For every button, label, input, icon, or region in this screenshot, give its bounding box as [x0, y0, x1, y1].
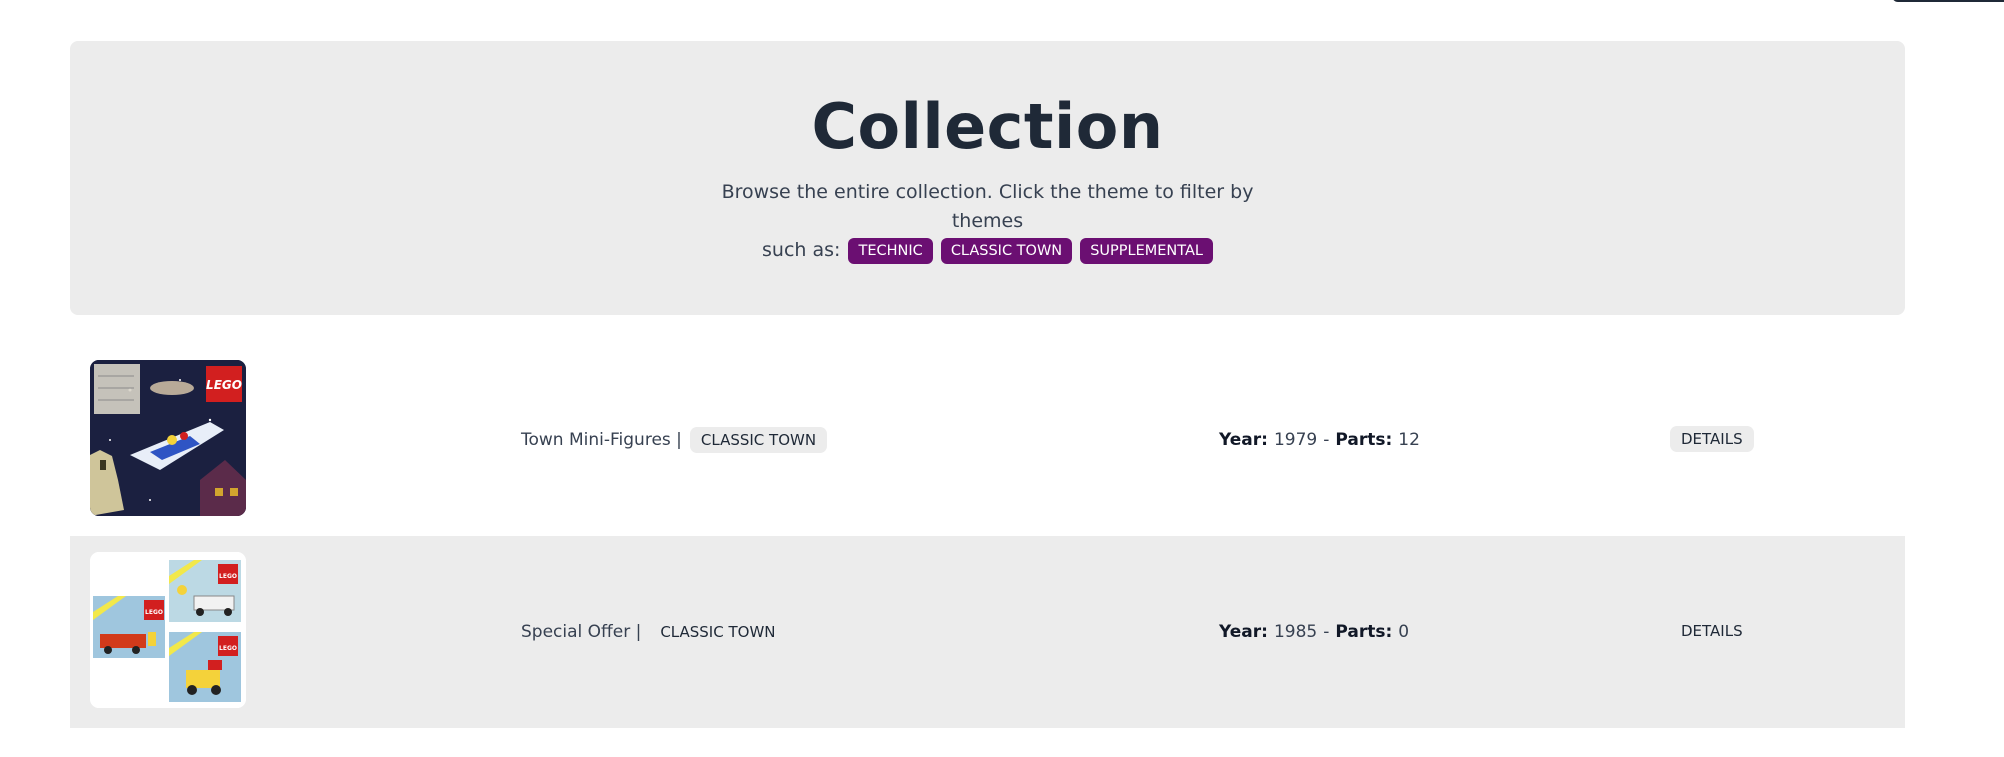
set-row: LEGO Town Mini-Figures | CLASSIC TOWN Ye…	[70, 344, 1905, 536]
details-button[interactable]: DETAILS	[1670, 426, 1754, 452]
theme-filter-technic[interactable]: TECHNIC	[848, 238, 933, 265]
year-label: Year:	[1219, 622, 1268, 642]
meta-separator: -	[1323, 430, 1330, 450]
parts-label: Parts:	[1335, 430, 1393, 450]
theme-filter-classic-town[interactable]: CLASSIC TOWN	[940, 238, 1073, 265]
set-row: LEGO LEGO LEGO Special Offer | CLASSIC T…	[70, 536, 1905, 728]
meta-separator: -	[1323, 622, 1330, 642]
set-name: Special Offer |	[521, 622, 642, 642]
description-line-2: such as:	[762, 239, 841, 262]
set-thumbnail[interactable]: LEGO	[90, 360, 246, 516]
set-meta: Year: 1979 - Parts: 12	[1219, 344, 1420, 536]
set-name-wrapper: Town Mini-Figures | CLASSIC TOWN	[521, 344, 828, 536]
svg-text:LEGO: LEGO	[219, 573, 237, 580]
parts-value: 0	[1398, 622, 1410, 642]
top-right-tab	[1892, 0, 2004, 2]
collection-hero: Collection Browse the entire collection.…	[70, 41, 1905, 315]
set-name-wrapper: Special Offer | CLASSIC TOWN	[521, 536, 787, 728]
set-thumbnail[interactable]: LEGO LEGO LEGO	[90, 552, 246, 708]
page-title: Collection	[811, 90, 1164, 163]
set-theme-tag[interactable]: CLASSIC TOWN	[689, 427, 828, 453]
year-label: Year:	[1219, 430, 1268, 450]
parts-label: Parts:	[1335, 622, 1393, 642]
description-line-1: Browse the entire collection. Click the …	[721, 181, 1254, 233]
hero-description: Browse the entire collection. Click the …	[698, 178, 1278, 265]
svg-text:LEGO: LEGO	[206, 378, 242, 392]
year-value: 1985	[1273, 622, 1318, 642]
details-button[interactable]: DETAILS	[1670, 618, 1754, 644]
town-sets-combo-image: LEGO LEGO LEGO	[90, 552, 246, 708]
svg-text:LEGO: LEGO	[145, 609, 163, 616]
set-name: Town Mini-Figures |	[521, 430, 682, 450]
svg-text:LEGO: LEGO	[219, 645, 237, 652]
set-meta: Year: 1985 - Parts: 0	[1219, 536, 1409, 728]
space-shuttle-box-image: LEGO	[90, 360, 246, 516]
set-theme-tag[interactable]: CLASSIC TOWN	[649, 619, 786, 645]
year-value: 1979	[1273, 430, 1318, 450]
theme-filter-supplemental[interactable]: SUPPLEMENTAL	[1080, 238, 1213, 265]
parts-value: 12	[1398, 430, 1420, 450]
